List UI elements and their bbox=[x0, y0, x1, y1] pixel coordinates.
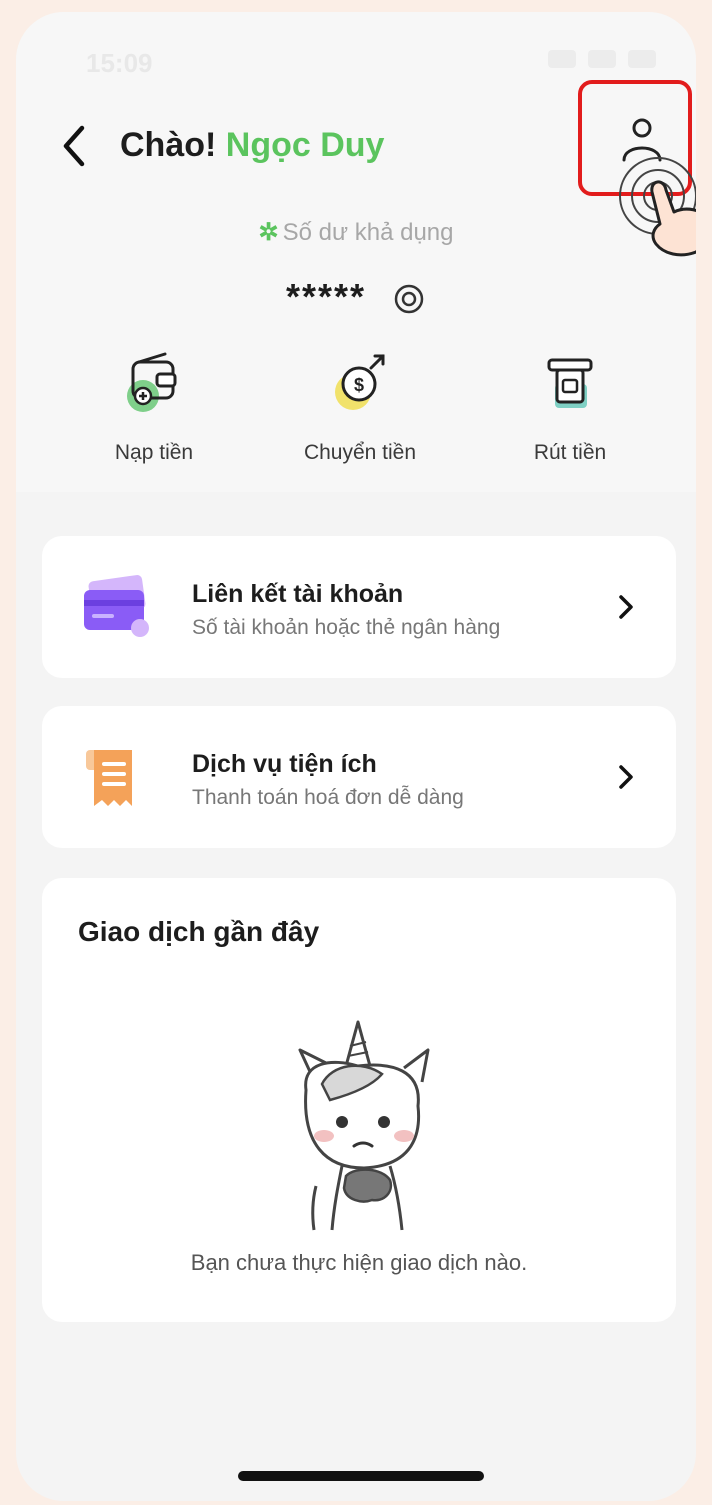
signal-icon bbox=[548, 50, 576, 68]
transactions-title: Giao dịch gần đây bbox=[78, 916, 320, 947]
eye-icon[interactable] bbox=[392, 282, 426, 316]
action-transfer[interactable]: $ Chuyển tiền bbox=[260, 348, 460, 465]
card-title: Dịch vụ tiện ích bbox=[192, 750, 377, 778]
greeting-text: Chào! bbox=[120, 126, 217, 164]
credit-card-icon bbox=[84, 575, 149, 637]
greeting: Chào! Ngọc Duy bbox=[120, 126, 384, 165]
home-indicator[interactable] bbox=[238, 1471, 484, 1481]
unicorn-illustration bbox=[298, 1020, 430, 1231]
balance-label: ✲ Số dư khả dụng bbox=[16, 218, 696, 247]
linked-account-card[interactable]: Liên kết tài khoản Số tài khoản hoặc thẻ… bbox=[42, 536, 676, 678]
card-subtitle: Thanh toán hoá đơn dễ dàng bbox=[192, 786, 464, 809]
svg-text:$: $ bbox=[354, 375, 364, 395]
balance-amount: ***** bbox=[285, 276, 367, 317]
action-label: Nạp tiền bbox=[114, 441, 194, 464]
money-transfer-icon: $ bbox=[335, 354, 385, 410]
receipt-icon bbox=[86, 750, 132, 806]
status-icons bbox=[548, 50, 656, 68]
chevron-right-icon bbox=[619, 595, 633, 619]
action-label: Rút tiền bbox=[533, 441, 607, 464]
sparkle-icon: ✲ bbox=[258, 219, 279, 246]
balance-value: ***** bbox=[16, 276, 696, 318]
card-subtitle: Số tài khoản hoặc thẻ ngân hàng bbox=[192, 616, 501, 639]
recent-transactions-card: Giao dịch gần đây Bạn chưa thực hiện gia… bbox=[42, 878, 676, 1322]
balance-label-text: Số dư khả dụng bbox=[282, 219, 454, 246]
action-withdraw[interactable]: Rút tiền bbox=[470, 348, 670, 465]
action-label: Chuyển tiền bbox=[303, 441, 417, 464]
wallet-add-icon bbox=[127, 352, 177, 412]
card-title: Liên kết tài khoản bbox=[192, 580, 404, 608]
transactions-empty-text: Bạn chưa thực hiện giao dịch nào. bbox=[190, 1250, 528, 1275]
wifi-icon bbox=[588, 50, 616, 68]
header-area: 15:09 Chào! Ngọc Duy ✲ Số dư khả dụng **… bbox=[16, 12, 696, 492]
back-button[interactable] bbox=[56, 120, 92, 172]
phone-screen: 15:09 Chào! Ngọc Duy ✲ Số dư khả dụng **… bbox=[16, 12, 696, 1501]
atm-withdraw-icon bbox=[547, 358, 593, 408]
action-deposit[interactable]: Nạp tiền bbox=[54, 348, 254, 465]
status-time: 15:09 bbox=[86, 48, 153, 78]
chevron-right-icon bbox=[619, 765, 633, 789]
battery-icon bbox=[628, 50, 656, 68]
utility-services-card[interactable]: Dịch vụ tiện ích Thanh toán hoá đơn dễ d… bbox=[42, 706, 676, 848]
user-name: Ngọc Duy bbox=[225, 126, 385, 164]
